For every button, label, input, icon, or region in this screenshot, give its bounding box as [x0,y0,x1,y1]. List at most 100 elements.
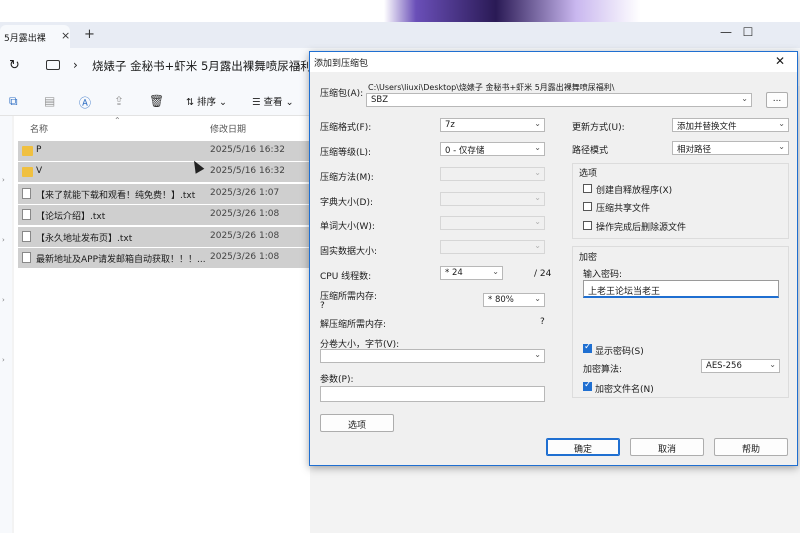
password-input[interactable]: 上老王论坛当老王 [583,280,779,298]
copy-icon[interactable]: ⧉ [9,94,18,109]
navigation-pane: › › › › [0,116,12,533]
ok-button[interactable]: 确定 [546,438,620,456]
mem-compress-label: 压缩所需内存: [320,292,378,302]
browse-button[interactable]: ... [766,92,788,108]
monitor-icon[interactable] [46,60,60,70]
nav-expand-icon[interactable]: › [2,236,5,244]
threads-combo[interactable]: * 24 ⌄ [440,266,503,280]
format-value: 7z [445,120,455,130]
new-tab-icon[interactable]: + [84,27,95,42]
paste-icon[interactable]: ▤ [44,94,55,108]
path-mode-combo[interactable]: 相对路径 ⌄ [672,141,789,155]
nav-expand-icon[interactable]: › [2,356,5,364]
mem-decompress-label: 解压缩所需内存: [320,320,387,330]
file-row[interactable]: V 2025/5/16 16:32 [18,162,324,182]
ok-label: 确定 [573,445,592,455]
rename-icon[interactable]: Ⓐ [79,94,91,111]
threads-label: CPU 线程数: [320,272,372,282]
update-combo[interactable]: 添加并替换文件 ⌄ [672,118,789,132]
dialog-titlebar[interactable]: 添加到压缩包 ✕ [310,52,797,72]
delete-checkbox-icon[interactable] [583,221,592,230]
file-date: 2025/3/26 1:08 [210,209,280,219]
file-row[interactable]: 【永久地址发布页】.txt 2025/3/26 1:08 [18,227,324,247]
explorer-tab-bar: 5月露出裸 × + [0,22,800,48]
file-row[interactable]: P 2025/5/16 16:32 [18,141,324,161]
maximize-icon[interactable]: ☐ [728,25,768,39]
explorer-tab[interactable]: 5月露出裸 [0,25,70,48]
dropdown-arrow-icon: ⌄ [492,267,499,276]
path-mode-value: 相对路径 [677,145,712,155]
mem-compress-value: ? [320,301,325,311]
file-row[interactable]: 【论坛介绍】.txt 2025/3/26 1:08 [18,205,324,225]
shared-checkbox-icon[interactable] [583,202,592,211]
dropdown-arrow-icon: ⌄ [534,193,541,202]
file-date: 2025/5/16 16:32 [210,166,285,176]
share-icon[interactable]: ⇪ [114,94,124,108]
breadcrumb-chevron-icon: › [73,58,78,72]
explorer-toolbar: ⧉ ▤ Ⓐ ⇪ 🗑 ⇅ 排序 ⌄ ☰ 查看 ⌄ [0,86,310,116]
shared-label: 压缩共享文件 [596,204,651,214]
dropdown-arrow-icon: ⌄ [534,350,541,359]
desktop-wallpaper-strip [0,0,800,22]
level-combo[interactable]: 0 - 仅存储 ⌄ [440,142,545,156]
sort-button[interactable]: ⇅ 排序 ⌄ [186,94,227,108]
close-icon[interactable]: ✕ [775,54,785,68]
file-name: 【来了就能下载和观看！纯免费！】.txt [36,191,196,201]
dict-label: 字典大小(D): [320,198,373,208]
update-label: 更新方式(U): [572,123,625,133]
show-password-checkbox-icon[interactable] [583,342,592,353]
file-row[interactable]: 最新地址及APP请发邮箱自动获取！！！... 2025/3/26 1:08 [18,248,324,268]
text-file-icon [22,231,31,242]
split-combo[interactable]: ⌄ [320,349,545,363]
mem-percent-combo[interactable]: * 80% ⌄ [483,293,545,307]
dropdown-arrow-icon: ⌄ [778,142,785,151]
folder-icon [22,167,33,177]
archive-name-combo[interactable]: SBZ ⌄ [366,93,752,107]
nav-expand-icon[interactable]: › [2,176,5,184]
method-combo[interactable]: ⌄ [440,167,545,181]
add-to-archive-dialog: 添加到压缩包 ✕ 压缩包(A): C:\Users\liuxi\Desktop\… [309,51,798,466]
enc-method-value: AES-256 [706,361,742,371]
tab-title: 5月露出裸 [4,34,46,44]
update-value: 添加并替换文件 [677,122,737,132]
delete-label: 操作完成后删除源文件 [596,223,687,233]
help-button[interactable]: 帮助 [714,438,788,456]
view-button[interactable]: ☰ 查看 ⌄ [252,94,294,108]
text-file-icon [22,188,31,199]
word-combo[interactable]: ⌄ [440,216,545,230]
text-file-icon [22,252,31,263]
browse-label: ... [772,94,782,104]
dropdown-arrow-icon: ⌄ [534,294,541,303]
mem-percent-value: * 80% [488,295,514,305]
file-row[interactable]: 【来了就能下载和观看！纯免费！】.txt 2025/3/26 1:07 [18,184,324,204]
tab-close-icon[interactable]: × [61,29,70,42]
cancel-button[interactable]: 取消 [630,438,704,456]
encrypt-names-checkbox-icon[interactable] [583,380,592,391]
format-label: 压缩格式(F): [320,123,372,133]
dropdown-arrow-icon: ⌄ [534,217,541,226]
column-header-name[interactable]: 名称 [30,122,48,135]
sfx-checkbox-icon[interactable] [583,184,592,193]
solid-combo[interactable]: ⌄ [440,240,545,254]
params-input[interactable] [320,386,545,402]
nav-expand-icon[interactable]: › [2,296,5,304]
file-date: 2025/3/26 1:07 [210,188,280,198]
breadcrumb-chevron-icon: › [296,58,301,72]
file-name: 【论坛介绍】.txt [36,212,106,222]
format-combo[interactable]: 7z ⌄ [440,118,545,132]
delete-icon[interactable]: 🗑 [149,94,164,108]
dict-combo[interactable]: ⌄ [440,192,545,206]
refresh-icon[interactable]: ↻ [9,58,20,73]
file-name: V [36,166,43,176]
file-name: P [36,145,42,155]
breadcrumb-folder[interactable]: 烧婊子 金秘书+虾米 5月露出裸舞喷尿福利 [92,58,312,74]
cancel-label: 取消 [657,445,676,455]
threads-value: * 24 [445,268,463,278]
options-button[interactable]: 选项 [320,414,394,432]
file-date: 2025/5/16 16:32 [210,145,285,155]
path-mode-label: 路径模式 [572,146,609,156]
sfx-label: 创建自释放程序(X) [596,186,673,196]
enc-method-combo[interactable]: AES-256 ⌄ [701,359,780,373]
column-header-date[interactable]: 修改日期 [210,122,246,135]
file-date: 2025/3/26 1:08 [210,252,280,262]
